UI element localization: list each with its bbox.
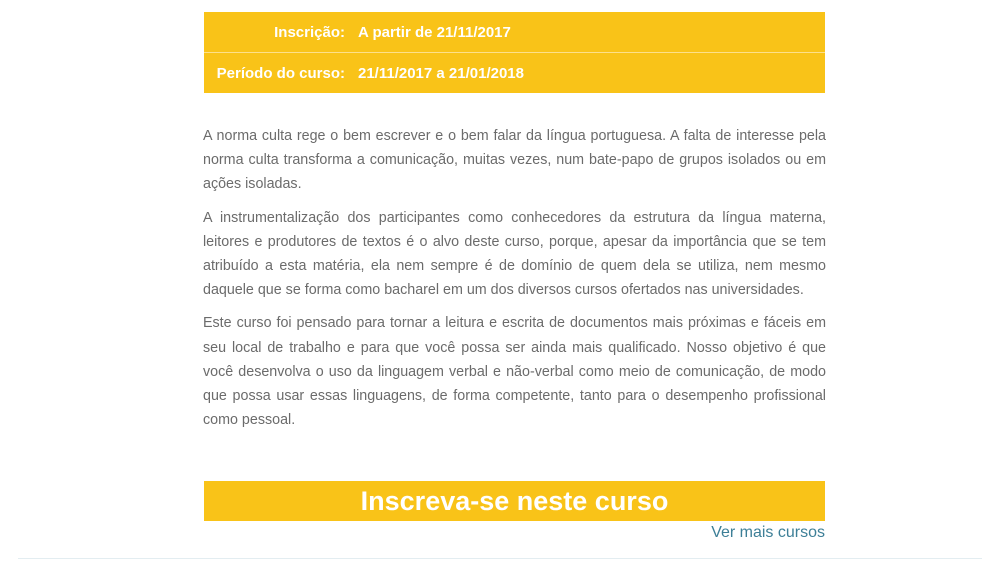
course-info-table: Inscrição: A partir de 21/11/2017 Períod… bbox=[204, 12, 825, 93]
description-paragraph-1: A norma culta rege o bem escrever e o be… bbox=[203, 128, 826, 193]
more-courses-link[interactable]: Ver mais cursos bbox=[711, 524, 825, 542]
course-description: A norma culta rege o bem escrever e o be… bbox=[203, 124, 826, 441]
enroll-button[interactable]: Inscreva-se neste curso bbox=[204, 481, 825, 521]
course-period-value: 21/11/2017 a 21/01/2018 bbox=[358, 64, 524, 82]
enrollment-label: Inscrição: bbox=[274, 23, 345, 41]
course-page: Inscrição: A partir de 21/11/2017 Períod… bbox=[0, 0, 1000, 561]
divider bbox=[18, 558, 982, 559]
description-paragraph-3: Este curso foi pensado para tornar a lei… bbox=[203, 315, 826, 429]
course-period-label: Período do curso: bbox=[216, 64, 345, 82]
description-paragraph-2: A instrumentalização dos participantes c… bbox=[203, 209, 826, 299]
course-period-row: Período do curso: 21/11/2017 a 21/01/201… bbox=[204, 53, 825, 93]
enrollment-row: Inscrição: A partir de 21/11/2017 bbox=[204, 12, 825, 53]
enrollment-value: A partir de 21/11/2017 bbox=[358, 23, 511, 41]
